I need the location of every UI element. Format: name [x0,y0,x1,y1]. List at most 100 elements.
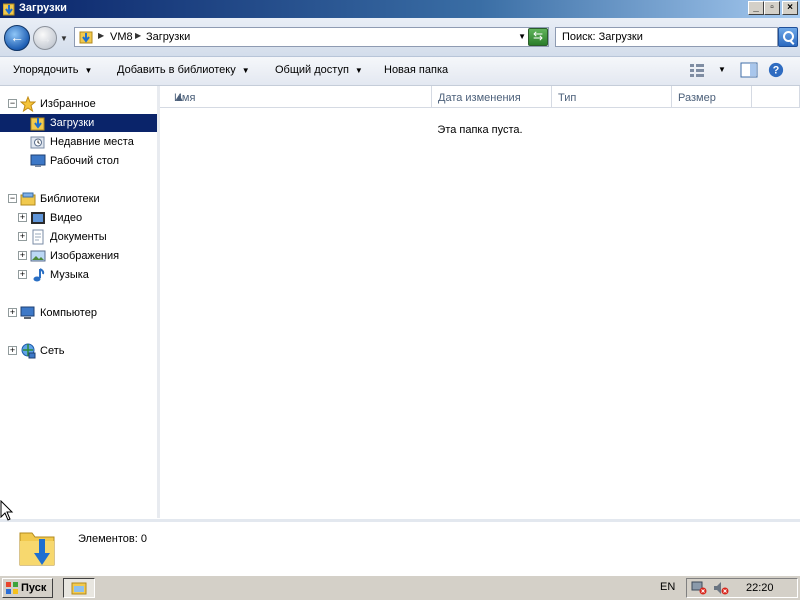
windows-logo-icon [6,582,18,594]
tree-computer[interactable]: + Компьютер [0,304,157,322]
sidebar-item-music[interactable]: + Музыка [0,266,157,284]
preview-pane-icon[interactable] [740,62,758,78]
collapse-icon[interactable]: − [8,194,17,203]
column-header-date-modified[interactable]: Дата изменения [432,86,552,108]
pictures-icon [30,250,46,262]
tree-favorites[interactable]: − Избранное [0,95,157,113]
libraries-icon [20,192,36,206]
sidebar-item-label: Музыка [50,269,89,281]
column-header-name[interactable]: Имя ▲ [160,86,432,108]
folder-icon [71,582,87,595]
new-folder-button[interactable]: Новая папка [384,64,448,76]
address-row: ← → ▼ ▶ VM8 ▶ Загрузки ▼ ⇆ Поиск: Загруз… [0,18,800,57]
window-title: Загрузки [19,2,67,14]
search-placeholder: Поиск: Загрузки [562,31,643,43]
sidebar-item-recent-places[interactable]: Недавние места [0,133,157,151]
network-status-icon[interactable] [691,581,707,595]
star-icon [20,96,36,112]
language-indicator[interactable]: EN [660,581,675,593]
chevron-down-icon: ▼ [354,66,363,75]
sort-ascending-icon: ▲ [174,92,185,104]
file-list[interactable]: Имя ▲ Дата изменения Тип Размер Эта папк… [160,86,800,518]
expand-icon[interactable]: + [8,308,17,317]
column-header-filler [752,86,800,108]
share-menu[interactable]: Общий доступ ▼ [275,64,363,76]
music-icon [33,268,45,282]
clock[interactable]: 22:20 [746,582,774,594]
downloads-folder-icon [3,3,15,16]
svg-text:?: ? [773,65,780,77]
sidebar-item-label: Загрузки [50,117,95,129]
network-icon [21,343,36,359]
sidebar-item-label: Видео [50,212,83,224]
tree-libraries[interactable]: − Библиотеки [0,190,157,208]
column-header-label: Дата изменения [438,92,521,104]
tree-network[interactable]: + Сеть [0,342,157,360]
recent-pages-dropdown-icon[interactable]: ▼ [60,34,68,43]
breadcrumb-vm8[interactable]: VM8 [110,31,133,43]
search-button[interactable] [778,27,798,47]
address-history-dropdown-icon[interactable]: ▼ [518,32,526,41]
column-header-size[interactable]: Размер [672,86,752,108]
expand-icon[interactable]: + [18,232,27,241]
sidebar-item-documents[interactable]: + Документы [0,228,157,246]
address-bar[interactable]: ▶ VM8 ▶ Загрузки ▼ [74,27,549,47]
chevron-down-icon: ▼ [241,66,250,75]
video-icon [31,212,45,224]
empty-folder-message: Эта папка пуста. [437,124,523,136]
organize-label: Упорядочить [13,64,79,76]
view-options-dropdown-icon[interactable]: ▼ [718,65,726,74]
sidebar-item-label: Изображения [50,250,120,262]
chevron-down-icon: ▼ [84,66,93,75]
expand-icon[interactable]: + [8,346,17,355]
sidebar-item-label: Недавние места [50,136,134,148]
system-tray: 22:20 [686,578,798,598]
recent-places-icon [30,136,45,149]
expand-icon[interactable]: + [18,213,27,222]
mouse-cursor-icon [0,500,14,521]
breadcrumb-separator-icon[interactable]: ▶ [135,31,141,40]
sidebar-item-video[interactable]: + Видео [0,209,157,227]
arrow-right-icon: → [38,30,52,46]
column-header-type[interactable]: Тип [552,86,672,108]
breadcrumb-downloads[interactable]: Загрузки [146,31,190,43]
minimize-button[interactable]: _ [748,1,764,15]
refresh-button[interactable]: ⇆ [528,28,548,46]
tree-network-label: Сеть [40,345,65,357]
collapse-icon[interactable]: − [8,99,17,108]
refresh-icon: ⇆ [532,29,544,43]
sidebar-item-downloads[interactable]: Загрузки [0,114,157,132]
taskbar-explorer-button[interactable] [63,578,95,598]
add-to-library-label: Добавить в библиотеку [117,64,236,76]
close-button[interactable]: × [782,1,798,15]
expand-icon[interactable]: + [18,251,27,260]
details-pane: Элементов: 0 [0,519,800,576]
expand-icon[interactable]: + [18,270,27,279]
forward-button[interactable]: → [33,26,57,50]
tree-favorites-label: Избранное [40,98,96,110]
maximize-button[interactable]: ▫ [764,1,780,15]
taskbar: Пуск EN 22:20 [0,575,800,600]
navigation-pane: − Избранное Загрузки Недавние места Рабо… [0,86,158,518]
organize-menu[interactable]: Упорядочить ▼ [13,64,92,76]
volume-muted-icon[interactable] [713,581,729,595]
add-to-library-menu[interactable]: Добавить в библиотеку ▼ [117,64,250,76]
back-button[interactable]: ← [4,25,30,51]
start-button[interactable]: Пуск [2,578,53,598]
sidebar-item-desktop[interactable]: Рабочий стол [0,152,157,170]
sidebar-item-label: Рабочий стол [50,155,120,167]
change-view-icon[interactable] [688,62,706,78]
sidebar-item-pictures[interactable]: + Изображения [0,247,157,265]
command-bar: Упорядочить ▼ Добавить в библиотеку ▼ Общи… [0,57,800,86]
arrow-left-icon: ← [10,29,24,45]
tree-computer-label: Компьютер [40,307,97,319]
item-count: Элементов: 0 [78,533,147,545]
title-bar[interactable]: Загрузки _ ▫ × [0,0,800,18]
computer-icon [20,306,35,319]
search-input[interactable]: Поиск: Загрузки [555,27,778,47]
tree-libraries-label: Библиотеки [40,193,100,205]
start-label: Пуск [21,582,47,594]
desktop-icon [30,154,46,167]
help-icon[interactable]: ? [767,62,785,78]
breadcrumb-separator-icon[interactable]: ▶ [98,31,104,40]
